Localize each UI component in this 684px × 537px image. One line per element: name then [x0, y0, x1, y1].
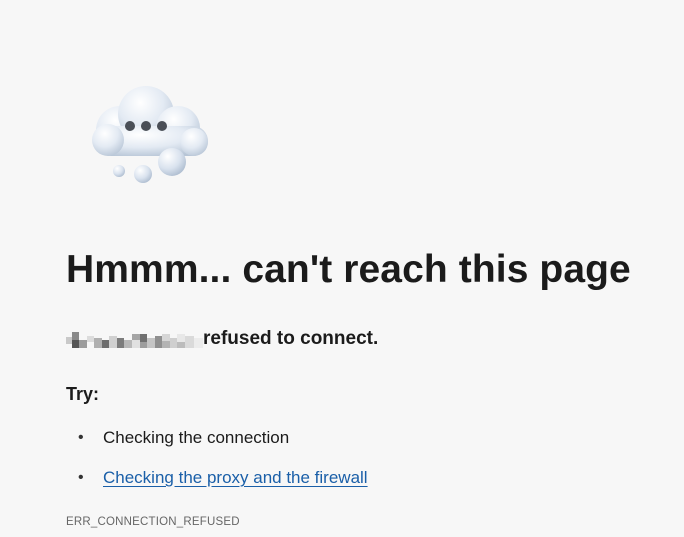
check-proxy-firewall-link[interactable]: Checking the proxy and the firewall — [103, 468, 368, 487]
dot — [141, 121, 151, 131]
suggestion-list: • Checking the connection • Checking the… — [66, 425, 368, 505]
list-item: • Checking the connection — [66, 425, 368, 465]
dot — [125, 121, 135, 131]
error-page: Hmmm... can't reach this page refused to… — [0, 0, 684, 537]
cloud-thinking-icon — [92, 86, 208, 183]
error-message: refused to connect. — [66, 328, 378, 350]
error-code: ERR_CONNECTION_REFUSED — [66, 516, 240, 528]
suggestion-check-connection: Checking the connection — [103, 428, 290, 447]
bullet-icon: • — [78, 469, 84, 486]
error-message-text: refused to connect. — [203, 328, 379, 349]
bullet-icon: • — [78, 429, 84, 446]
page-title: Hmmm... can't reach this page — [66, 248, 631, 291]
redacted-hostname — [66, 332, 203, 348]
try-label: Try: — [66, 384, 100, 404]
list-item: • Checking the proxy and the firewall — [66, 465, 368, 505]
dot — [157, 121, 167, 131]
